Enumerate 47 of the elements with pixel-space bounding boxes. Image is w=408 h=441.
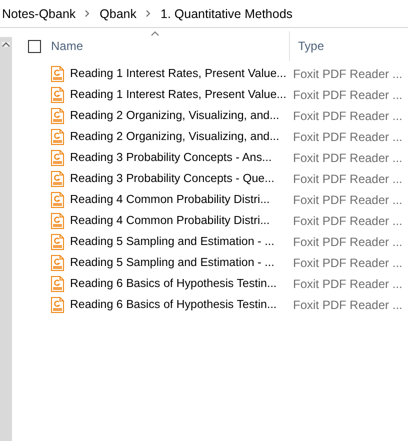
file-name[interactable]: Reading 2 Organizing, Visualizing, and... xyxy=(70,109,293,122)
pdf-file-icon xyxy=(51,234,64,250)
file-type: Foxit PDF Reader ... xyxy=(293,192,402,206)
file-name[interactable]: Reading 3 Probability Concepts - Ans... xyxy=(70,151,293,164)
chevron-icon xyxy=(84,10,89,17)
pdf-file-icon xyxy=(51,128,64,144)
sort-caret-icon xyxy=(151,31,159,36)
file-name[interactable]: Reading 5 Sampling and Estimation - ... xyxy=(70,235,293,248)
pdf-file-icon xyxy=(51,276,64,292)
file-name[interactable]: Reading 1 Interest Rates, Present Value... xyxy=(70,67,293,80)
file-type: Foxit PDF Reader ... xyxy=(293,214,402,228)
file-type: Foxit PDF Reader ... xyxy=(293,150,402,164)
file-name[interactable]: Reading 5 Sampling and Estimation - ... xyxy=(70,256,293,269)
pdf-file-icon xyxy=(51,212,64,228)
file-type: Foxit PDF Reader ... xyxy=(293,276,402,290)
file-name[interactable]: Reading 2 Organizing, Visualizing, and... xyxy=(70,130,293,143)
pdf-file-icon xyxy=(51,254,64,270)
breadcrumb-item[interactable]: Notes-Qbank xyxy=(2,6,76,22)
column-header[interactable]: Name xyxy=(51,31,290,61)
file-type: Foxit PDF Reader ... xyxy=(293,66,402,80)
file-type: Foxit PDF Reader ... xyxy=(293,172,402,186)
breadcrumb-item[interactable]: 1. Quantitative Methods xyxy=(160,6,293,22)
file-type: Foxit PDF Reader ... xyxy=(293,88,402,102)
file-name[interactable]: Reading 3 Probability Concepts - Que... xyxy=(70,172,293,185)
file-type: Foxit PDF Reader ... xyxy=(293,256,402,270)
chevron-icon xyxy=(146,10,150,17)
file-type: Foxit PDF Reader ... xyxy=(293,130,402,144)
file-type: Foxit PDF Reader ... xyxy=(293,298,402,312)
scroll-up-icon[interactable] xyxy=(2,42,10,47)
pdf-file-icon xyxy=(51,86,64,102)
file-name[interactable]: Reading 4 Common Probability Distri... xyxy=(70,214,293,227)
file-name[interactable]: Reading 4 Common Probability Distri... xyxy=(70,193,293,206)
pdf-file-icon xyxy=(51,296,64,312)
scrollbar[interactable] xyxy=(0,37,12,441)
file-type: Foxit PDF Reader ... xyxy=(293,108,402,122)
file-name[interactable]: Reading 6 Basics of Hypothesis Testin... xyxy=(70,298,293,311)
breadcrumb-item[interactable]: Qbank xyxy=(100,6,136,22)
pdf-file-icon xyxy=(51,192,64,208)
pdf-file-icon xyxy=(51,66,64,82)
pdf-file-icon xyxy=(51,170,64,186)
select-all-checkbox[interactable] xyxy=(28,40,41,52)
file-name[interactable]: Reading 1 Interest Rates, Present Value... xyxy=(70,88,293,101)
pdf-file-icon xyxy=(51,150,64,166)
column-header[interactable]: Type xyxy=(290,31,408,61)
pdf-file-icon xyxy=(51,108,64,124)
file-type: Foxit PDF Reader ... xyxy=(293,234,402,248)
file-name[interactable]: Reading 6 Basics of Hypothesis Testin... xyxy=(70,277,293,290)
